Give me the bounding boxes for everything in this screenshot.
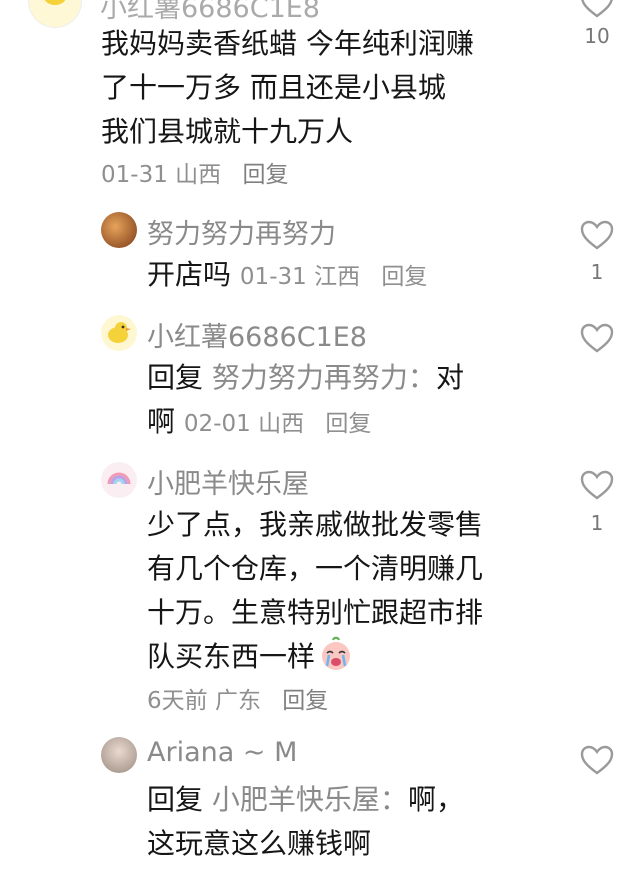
crying-face-emoji bbox=[318, 636, 354, 685]
heart-icon bbox=[580, 323, 614, 353]
like-button[interactable] bbox=[577, 323, 617, 353]
like-count: 10 bbox=[584, 24, 610, 48]
like-button[interactable] bbox=[577, 470, 617, 500]
heart-icon bbox=[581, 0, 613, 18]
heart-icon bbox=[580, 470, 614, 500]
duck-icon bbox=[108, 322, 131, 343]
comment-text: 回复 努力努力再努力：对 啊 02-01 山西 回复 bbox=[147, 361, 464, 438]
like-button[interactable] bbox=[577, 745, 617, 775]
like-count: 1 bbox=[590, 260, 604, 284]
comment-location: 江西 bbox=[314, 264, 361, 290]
comment-meta: 01-31 山西 回复 bbox=[101, 155, 288, 189]
comment-location: 山西 bbox=[175, 162, 222, 188]
comment-date: 02-01 bbox=[183, 411, 251, 437]
comment-username[interactable]: 小肥羊快乐屋 bbox=[147, 462, 309, 501]
comment-location: 广东 bbox=[214, 688, 261, 714]
comment-text: 回复 小肥羊快乐屋：啊， 这玩意这么赚钱啊 bbox=[147, 783, 464, 860]
comment-location: 山西 bbox=[258, 411, 305, 437]
comment-text: 开店吗 01-31 江西 回复 bbox=[147, 258, 428, 291]
heart-icon bbox=[580, 220, 614, 250]
like-count: 1 bbox=[590, 511, 604, 535]
like-button[interactable] bbox=[577, 220, 617, 250]
reply-to-user[interactable]: 努力努力再努力： bbox=[212, 361, 436, 394]
comment-text: 我妈妈卖香纸蜡 今年纯利润赚 了十一万多 而且还是小县城 我们县城就十九万人 bbox=[101, 27, 474, 148]
reply-button[interactable]: 回复 bbox=[325, 411, 371, 437]
avatar[interactable] bbox=[101, 212, 137, 248]
comment-text: 少了点，我亲戚做批发零售 有几个仓库，一个清明赚几 十万。生意特别忙跟超市排 队… bbox=[147, 503, 483, 685]
reply-button[interactable]: 回复 bbox=[242, 162, 288, 188]
reply-button[interactable]: 回复 bbox=[282, 688, 328, 714]
avatar[interactable] bbox=[101, 462, 137, 498]
comment-meta: 02-01 山西 回复 bbox=[184, 411, 371, 437]
duck-icon bbox=[44, 0, 66, 5]
rainbow-icon bbox=[107, 472, 131, 485]
reply-to-user[interactable]: 小肥羊快乐屋： bbox=[212, 783, 408, 816]
comment-date: 01-31 bbox=[239, 264, 307, 290]
like-button[interactable] bbox=[577, 0, 617, 18]
avatar[interactable] bbox=[101, 315, 137, 351]
reply-button[interactable]: 回复 bbox=[381, 264, 427, 290]
comment-username[interactable]: Ariana ~ M bbox=[147, 737, 297, 768]
avatar[interactable] bbox=[101, 737, 137, 773]
comment-date: 01-31 bbox=[101, 162, 168, 188]
comment-username[interactable]: 努力努力再努力 bbox=[147, 212, 336, 251]
comment-meta: 6天前 广东 回复 bbox=[147, 681, 328, 715]
comment-date: 6天前 bbox=[147, 688, 208, 714]
comment-meta: 01-31 江西 回复 bbox=[240, 264, 427, 290]
comment-username[interactable]: 小红薯6686C1E8 bbox=[147, 315, 367, 354]
heart-icon bbox=[580, 745, 614, 775]
avatar[interactable] bbox=[28, 0, 82, 28]
